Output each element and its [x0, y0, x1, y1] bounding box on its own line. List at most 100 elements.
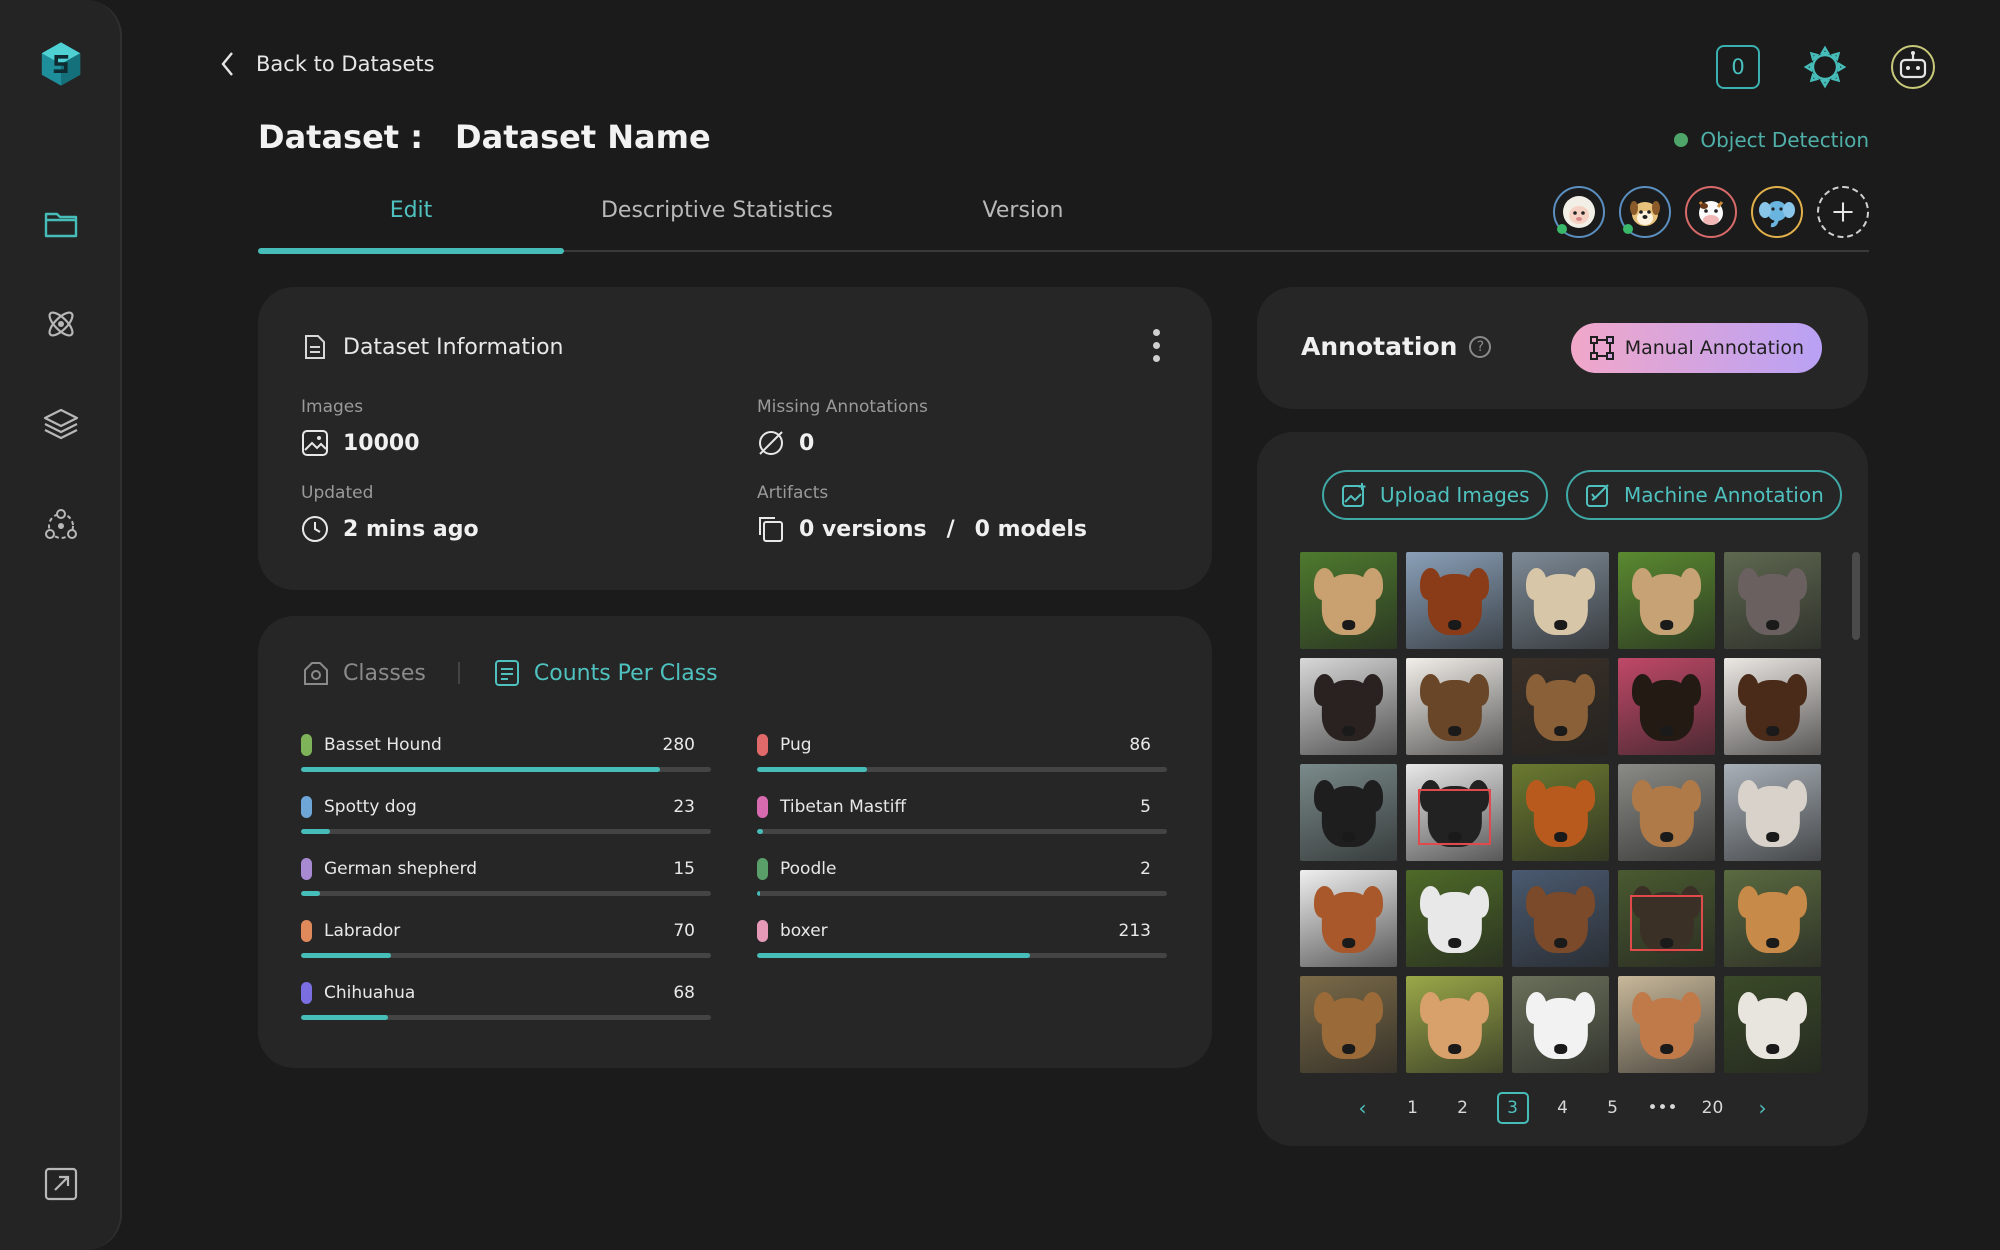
logo-icon[interactable]: [37, 40, 85, 88]
dog-nose: [1553, 1043, 1568, 1054]
dog-image-thumbnail[interactable]: [1618, 976, 1715, 1073]
avatar-dog[interactable]: [1619, 186, 1671, 238]
assistant-button[interactable]: [1890, 44, 1936, 90]
class-count: 86: [1129, 735, 1151, 755]
tab-classes[interactable]: Classes: [301, 658, 426, 688]
class-count-fill: [757, 953, 1030, 958]
avatar-elephant[interactable]: [1751, 186, 1803, 238]
class-count-bar: [301, 829, 711, 834]
tab-version[interactable]: Version: [870, 196, 1176, 252]
notification-button[interactable]: 0: [1716, 45, 1760, 89]
dog-image-thumbnail[interactable]: [1724, 764, 1821, 861]
class-count: 68: [673, 983, 695, 1003]
dog-image-thumbnail[interactable]: [1300, 870, 1397, 967]
class-count: 15: [673, 859, 695, 879]
class-color-dot: [301, 734, 312, 756]
dog-image-thumbnail[interactable]: [1512, 764, 1609, 861]
class-row[interactable]: Chihuahua 68: [301, 982, 711, 1032]
class-name: Spotty dog: [324, 797, 417, 817]
tab-counts-per-class[interactable]: Counts Per Class: [492, 658, 718, 688]
dog-image-thumbnail[interactable]: [1512, 552, 1609, 649]
page-number[interactable]: 1: [1397, 1092, 1429, 1124]
dog-image-thumbnail[interactable]: [1406, 870, 1503, 967]
tab-descriptive-statistics[interactable]: Descriptive Statistics: [564, 196, 870, 252]
dog-image-thumbnail[interactable]: [1406, 658, 1503, 755]
dog-nose: [1341, 619, 1356, 630]
dog-image-thumbnail[interactable]: [1406, 764, 1503, 861]
dog-image-thumbnail[interactable]: [1512, 658, 1609, 755]
page-title: Dataset : Dataset Name: [258, 118, 711, 156]
page-number[interactable]: 5: [1597, 1092, 1629, 1124]
missing-label: Missing Annotations: [757, 397, 928, 417]
more-options-button[interactable]: [1153, 329, 1160, 362]
dog-image-thumbnail[interactable]: [1618, 870, 1715, 967]
class-row[interactable]: boxer 213: [757, 920, 1167, 970]
dog-image-thumbnail[interactable]: [1618, 764, 1715, 861]
team-icon[interactable]: [37, 502, 85, 550]
tab-edit[interactable]: Edit: [258, 196, 564, 254]
settings-button[interactable]: [1802, 44, 1848, 90]
help-icon[interactable]: ?: [1469, 335, 1492, 358]
folder-icon[interactable]: [37, 200, 85, 248]
dog-image-thumbnail[interactable]: [1300, 552, 1397, 649]
class-count-bar: [757, 829, 1167, 834]
back-label: Back to Datasets: [256, 52, 435, 76]
add-collaborator-button[interactable]: [1817, 186, 1869, 238]
class-row[interactable]: Labrador 70: [301, 920, 711, 970]
artifacts-label: Artifacts: [757, 483, 829, 503]
page-number[interactable]: 3: [1496, 1092, 1529, 1124]
scrollbar[interactable]: [1852, 552, 1860, 640]
class-row[interactable]: Poodle 2: [757, 858, 1167, 908]
dog-image-thumbnail[interactable]: [1724, 552, 1821, 649]
class-row[interactable]: German shepherd 15: [301, 858, 711, 908]
upload-images-button[interactable]: Upload Images: [1322, 470, 1548, 520]
image-gallery-card: Upload Images Machine Annotation ‹ 1 2 3 4 5 •…: [1257, 432, 1868, 1146]
annotation-bounding-box: [1417, 789, 1492, 846]
dog-image-thumbnail[interactable]: [1406, 976, 1503, 1073]
back-button[interactable]: Back to Datasets: [218, 50, 435, 78]
class-count: 213: [1118, 921, 1151, 941]
manual-annotation-button[interactable]: Manual Annotation: [1570, 323, 1822, 373]
class-row[interactable]: Spotty dog 23: [301, 796, 711, 846]
class-row[interactable]: Pug 86: [757, 734, 1167, 784]
prev-page-button[interactable]: ‹: [1347, 1092, 1379, 1124]
next-page-button[interactable]: ›: [1747, 1092, 1779, 1124]
class-color-dot: [301, 796, 312, 818]
class-row[interactable]: Tibetan Mastiff 5: [757, 796, 1167, 846]
avatar-cow[interactable]: [1685, 186, 1737, 238]
document-icon: [305, 335, 325, 359]
atom-icon[interactable]: [37, 300, 85, 348]
machine-annotation-button[interactable]: Machine Annotation: [1566, 470, 1842, 520]
class-count: 23: [673, 797, 695, 817]
layers-icon[interactable]: [37, 400, 85, 448]
dog-image-thumbnail[interactable]: [1300, 658, 1397, 755]
dog-image-thumbnail[interactable]: [1300, 976, 1397, 1073]
breadcrumb: Back to Datasets: [218, 50, 435, 78]
dog-nose: [1553, 937, 1568, 948]
class-row[interactable]: Basset Hound 280: [301, 734, 711, 784]
dog-image-thumbnail[interactable]: [1300, 764, 1397, 861]
page-number[interactable]: 2: [1447, 1092, 1479, 1124]
updated-value: 2 mins ago: [343, 516, 479, 542]
dog-image-thumbnail[interactable]: [1724, 658, 1821, 755]
dog-image-thumbnail[interactable]: [1406, 552, 1503, 649]
dog-image-thumbnail[interactable]: [1618, 552, 1715, 649]
image-upload-icon: [1342, 483, 1366, 507]
avatar-sheep[interactable]: [1553, 186, 1605, 238]
dog-image-thumbnail[interactable]: [1724, 976, 1821, 1073]
external-link-icon[interactable]: [37, 1160, 85, 1208]
dog-image-thumbnail[interactable]: [1724, 870, 1821, 967]
dog-image-thumbnail[interactable]: [1512, 870, 1609, 967]
page-number[interactable]: 20: [1697, 1092, 1729, 1124]
classes-header: Classes Counts Per Class: [301, 658, 718, 688]
dog-image-thumbnail[interactable]: [1512, 976, 1609, 1073]
page-number[interactable]: 4: [1547, 1092, 1579, 1124]
dog-image-thumbnail[interactable]: [1618, 658, 1715, 755]
task-type-label: Object Detection: [1700, 128, 1869, 152]
class-count-bar: [757, 891, 1167, 896]
class-count: 5: [1140, 797, 1151, 817]
class-name: Chihuahua: [324, 983, 416, 1003]
bounding-box-icon: [1589, 336, 1614, 360]
sidebar: [0, 0, 122, 1250]
dog-nose: [1341, 831, 1356, 842]
